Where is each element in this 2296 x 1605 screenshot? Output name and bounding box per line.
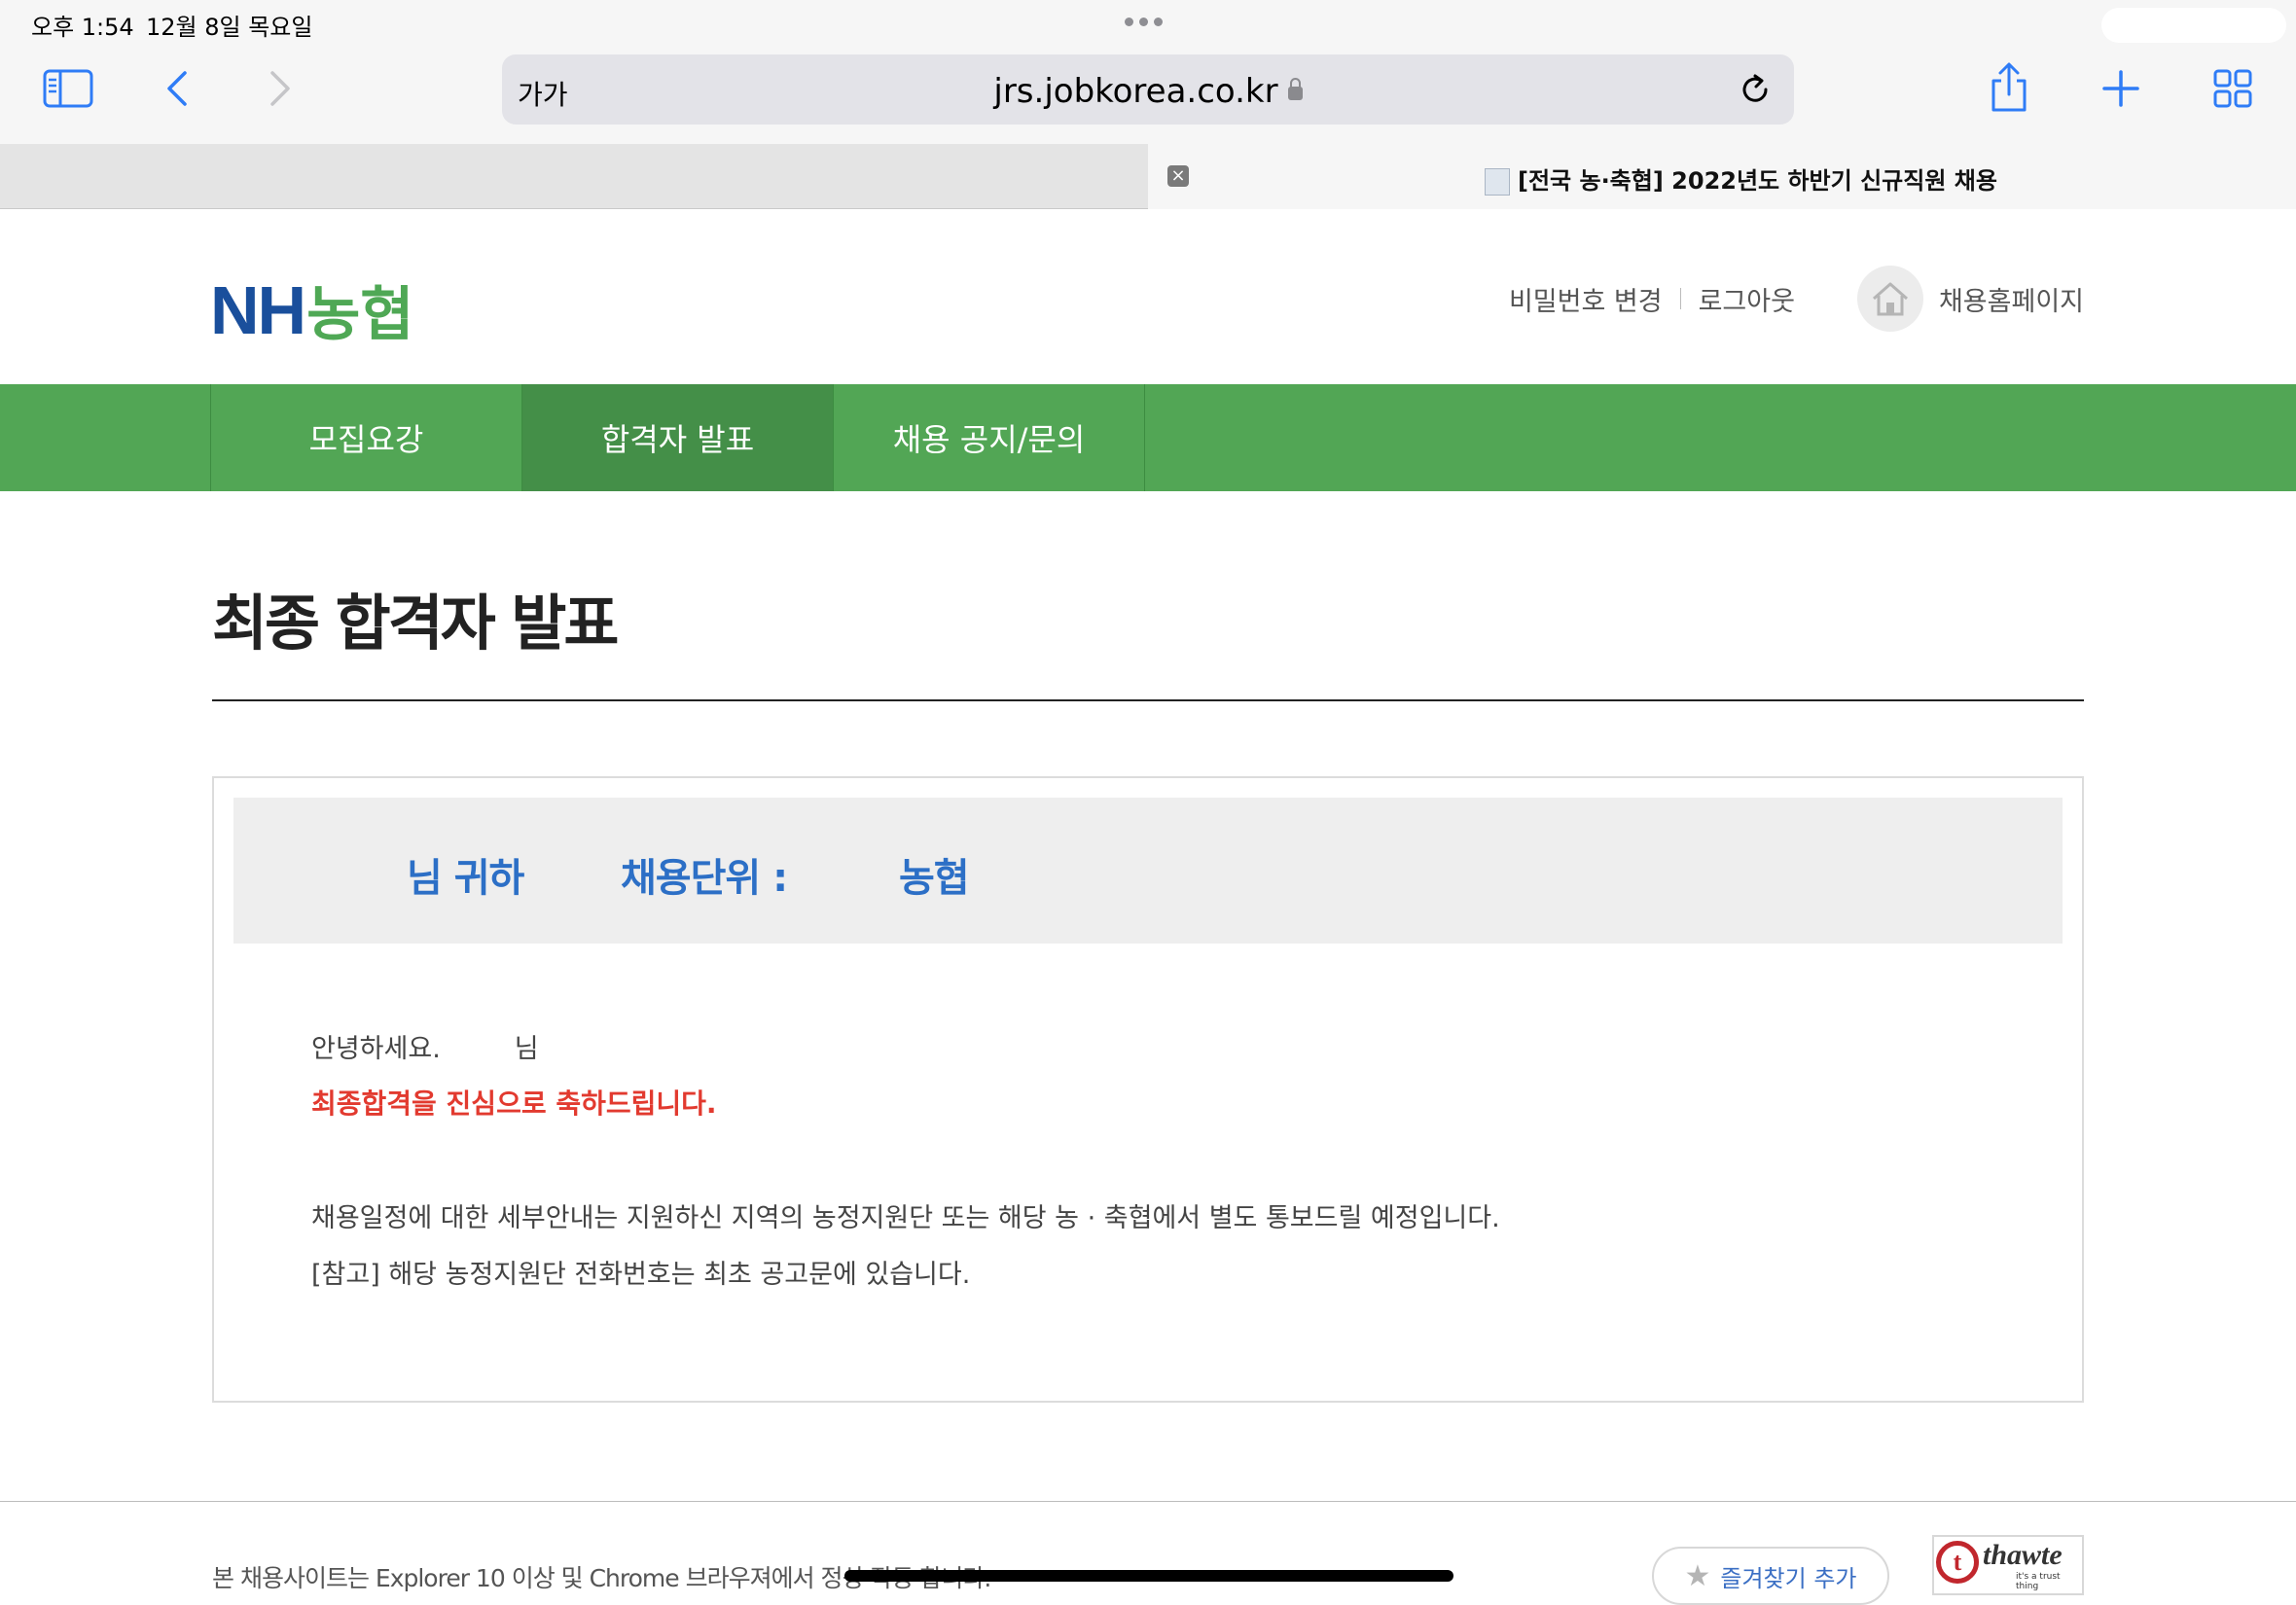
nh-logo[interactable]: NH 농협 bbox=[210, 268, 414, 352]
multitasking-dots-icon[interactable] bbox=[1125, 18, 1163, 26]
logout-link[interactable]: 로그아웃 bbox=[1699, 280, 1795, 318]
status-time: 오후 1:54 bbox=[31, 14, 134, 41]
address-bar[interactable]: 가가 jrs.jobkorea.co.kr bbox=[502, 54, 1794, 125]
status-bar: 오후 1:54 12월 8일 목요일 bbox=[0, 0, 2296, 47]
unit-value: 농협 bbox=[899, 856, 970, 901]
reload-icon[interactable] bbox=[1736, 70, 1775, 113]
result-box: 님 귀하 채용단위 : 농협 안녕하세요. 님 최종합격을 진심으로 축하드립니다… bbox=[212, 776, 2084, 1403]
url-text: jrs.jobkorea.co.kr bbox=[993, 72, 1278, 111]
schedule-info: 채용일정에 대한 세부안내는 지원하신 지역의 농정지원단 또는 해당 농 · … bbox=[311, 1203, 1500, 1233]
utility-links: 비밀번호 변경 로그아웃 채용홈페이지 bbox=[1509, 266, 2084, 332]
change-password-link[interactable]: 비밀번호 변경 bbox=[1509, 280, 1663, 318]
greeting-text: 안녕하세요. bbox=[311, 1034, 441, 1064]
congrats-message: 최종합격을 진심으로 축하드립니다. bbox=[311, 1088, 717, 1120]
recruit-home-link[interactable]: 채용홈페이지 bbox=[1939, 280, 2084, 318]
lock-icon bbox=[1287, 78, 1303, 100]
home-indicator[interactable] bbox=[844, 1570, 1453, 1582]
thawte-tagline: it's a trust thing bbox=[2016, 1572, 2061, 1591]
browser-tab[interactable]: × [전국 농·축협] 2022년도 하반기 신규직원 채용 bbox=[1148, 144, 2296, 209]
star-icon: ★ bbox=[1684, 1558, 1711, 1593]
browser-toolbar: 가가 jrs.jobkorea.co.kr bbox=[0, 47, 2296, 144]
recipient-label: 님 귀하 bbox=[407, 856, 524, 901]
home-icon[interactable] bbox=[1856, 266, 1923, 332]
status-date: 12월 8일 목요일 bbox=[146, 14, 313, 41]
status-indicators bbox=[2101, 8, 2286, 43]
thawte-logo-icon: t bbox=[1936, 1541, 1979, 1584]
footer-divider bbox=[0, 1501, 2296, 1502]
thawte-wordmark: thawte bbox=[1983, 1539, 2063, 1571]
title-divider bbox=[212, 699, 2084, 701]
thawte-seal[interactable]: t thawte it's a trust thing bbox=[1932, 1535, 2084, 1595]
bookmark-label: 즐겨찾기 추가 bbox=[1720, 1564, 1857, 1592]
share-icon[interactable] bbox=[1985, 58, 2033, 117]
logo-kr: 농협 bbox=[306, 282, 414, 347]
nav-item-notice[interactable]: 채용 공지/문의 bbox=[834, 384, 1145, 491]
bookmark-button[interactable]: ★ 즐겨찾기 추가 bbox=[1652, 1547, 1889, 1605]
chevron-left-icon[interactable] bbox=[158, 64, 197, 113]
site-header: NH 농협 비밀번호 변경 로그아웃 채용홈페이지 bbox=[0, 209, 2296, 384]
nav-item-results[interactable]: 합격자 발표 bbox=[522, 384, 834, 491]
plus-icon[interactable] bbox=[2098, 64, 2144, 113]
unit-label: 채용단위 : bbox=[621, 856, 788, 901]
favicon-icon bbox=[1485, 168, 1510, 196]
tab-title: [전국 농·축협] 2022년도 하반기 신규직원 채용 bbox=[1518, 167, 1997, 195]
tab-bar: × [전국 농·축협] 2022년도 하반기 신규직원 채용 bbox=[0, 144, 2296, 209]
greeting-line: 안녕하세요. 님 bbox=[311, 1027, 539, 1065]
divider bbox=[1679, 288, 1681, 309]
reference-note: [참고] 해당 농정지원단 전화번호는 최초 공고문에 있습니다. bbox=[311, 1260, 971, 1290]
page-title: 최종 합격자 발표 bbox=[212, 588, 619, 659]
greeting-suffix: 님 bbox=[514, 1034, 539, 1064]
close-icon[interactable]: × bbox=[1167, 165, 1189, 187]
tab-overview-icon[interactable] bbox=[2208, 64, 2257, 113]
main-nav: 모집요강 합격자 발표 채용 공지/문의 bbox=[0, 384, 2296, 491]
logo-nh: NH bbox=[210, 271, 306, 348]
result-header: 님 귀하 채용단위 : 농협 bbox=[233, 798, 2063, 944]
sidebar-icon[interactable] bbox=[39, 64, 97, 113]
nav-item-recruitment-guide[interactable]: 모집요강 bbox=[211, 384, 522, 491]
chevron-right-icon[interactable] bbox=[261, 64, 300, 113]
